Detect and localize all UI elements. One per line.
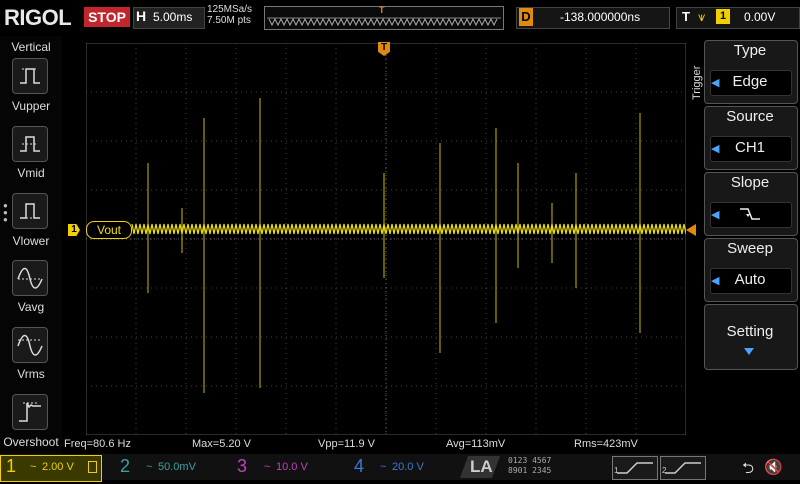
overview-trigger-marker: T (379, 5, 385, 15)
channel2-coupling: ~ (146, 461, 153, 473)
channel1-number: 1 (6, 456, 17, 476)
channel1-coupling: ~ (30, 461, 37, 473)
sweep-value: Auto (734, 271, 766, 288)
timebase-value: 5.00ms (153, 10, 193, 24)
speaker-muted-icon[interactable]: 🔇 (764, 458, 783, 476)
vrms-label: Vrms (17, 367, 45, 381)
trigger-menu-title: Trigger (691, 65, 703, 100)
trigger-status-box[interactable] (676, 7, 800, 29)
rms-measurement[interactable]: Rms=423mV (574, 438, 638, 450)
source-value: CH1 (734, 139, 765, 156)
channel2-number[interactable]: 2 (120, 456, 130, 477)
bus-wave-icon (617, 462, 653, 474)
falling-edge-icon (740, 208, 760, 220)
menu-arrow-icon: ◀ (711, 209, 720, 221)
vupper-label: Vupper (11, 99, 51, 113)
bus1-button[interactable] (612, 456, 658, 480)
trigger-status-label: T (682, 9, 690, 24)
trace-label[interactable]: Vout (86, 221, 132, 239)
overshoot-icon (19, 402, 41, 422)
sample-rate: 125MSa/s (207, 4, 253, 15)
vupper-icon (20, 68, 40, 84)
scroll-dots-icon[interactable]: ● ● ● (3, 202, 8, 224)
source-title: Source (726, 108, 774, 125)
vpp-measurement[interactable]: Vpp=11.9 V (318, 438, 375, 450)
vavg-label: Vavg (17, 300, 45, 314)
channel4-coupling: ~ (380, 461, 387, 473)
la-digits-top: 0123 4567 (508, 456, 552, 465)
trigger-level-marker[interactable] (686, 224, 696, 236)
usb-icon: ⮌ (742, 460, 755, 477)
panel-title: Vertical (11, 40, 51, 54)
bus-wave-icon (665, 462, 701, 474)
timebase-label: H (136, 8, 147, 24)
la-label: LA (470, 457, 493, 476)
la-digits: 0123 4567 8901 2345 (508, 456, 551, 476)
acquisition-info: 125MSa/s 7.50M pts (207, 4, 252, 26)
channel2-scale: 50.0mV (158, 461, 196, 473)
setting-label: Setting (726, 323, 774, 340)
type-title: Type (733, 42, 767, 59)
channel3-coupling: ~ (264, 461, 271, 473)
type-value: Edge (732, 73, 768, 90)
channel1-offset-marker[interactable]: 1 (68, 224, 80, 236)
channel3-scale: 10.0 V (276, 461, 308, 473)
memory-depth: 7.50M pts (207, 15, 251, 26)
vlower-icon (20, 203, 40, 219)
vlower-button[interactable] (12, 193, 48, 229)
vmid-icon (20, 136, 40, 152)
delay-value: -138.000000ns (560, 10, 641, 24)
channel1-scale: 2.00 V (42, 461, 74, 473)
delay-label: D (519, 8, 533, 26)
brand-logo: RIGOL (4, 5, 72, 30)
slope-title: Slope (730, 174, 770, 191)
falling-edge-icon: ⩛ (698, 9, 706, 24)
vavg-button[interactable] (12, 260, 48, 296)
freq-measurement[interactable]: Freq=80.6 Hz (64, 438, 131, 450)
vavg-icon (17, 267, 43, 289)
vrms-button[interactable] (12, 327, 48, 363)
sweep-title: Sweep (727, 240, 773, 257)
channel1-impedance-icon (88, 461, 97, 473)
waveform-display[interactable] (86, 43, 686, 435)
vmid-label: Vmid (17, 166, 45, 180)
bus2-label: 2 (662, 466, 667, 475)
max-measurement[interactable]: Max=5.20 V (192, 438, 251, 450)
channel3-number[interactable]: 3 (237, 456, 247, 477)
overshoot-label: Overshoot (3, 435, 59, 449)
avg-measurement[interactable]: Avg=113mV (446, 438, 505, 450)
vmid-button[interactable] (12, 126, 48, 162)
trigger-channel-badge: 1 (716, 9, 730, 24)
la-digits-bottom: 8901 2345 (508, 466, 552, 475)
vupper-button[interactable] (12, 58, 48, 94)
run-stop-button[interactable]: STOP (84, 7, 130, 27)
bus1-label: 1 (614, 466, 619, 475)
bus2-button[interactable] (660, 456, 706, 480)
vrms-icon (17, 334, 43, 356)
vlower-label: Vlower (12, 234, 50, 248)
overshoot-button[interactable] (12, 394, 48, 430)
trigger-level-value: 0.00V (744, 10, 776, 24)
chevron-down-icon (744, 348, 754, 355)
channel4-scale: 20.0 V (392, 461, 424, 473)
channel4-number[interactable]: 4 (354, 456, 364, 477)
